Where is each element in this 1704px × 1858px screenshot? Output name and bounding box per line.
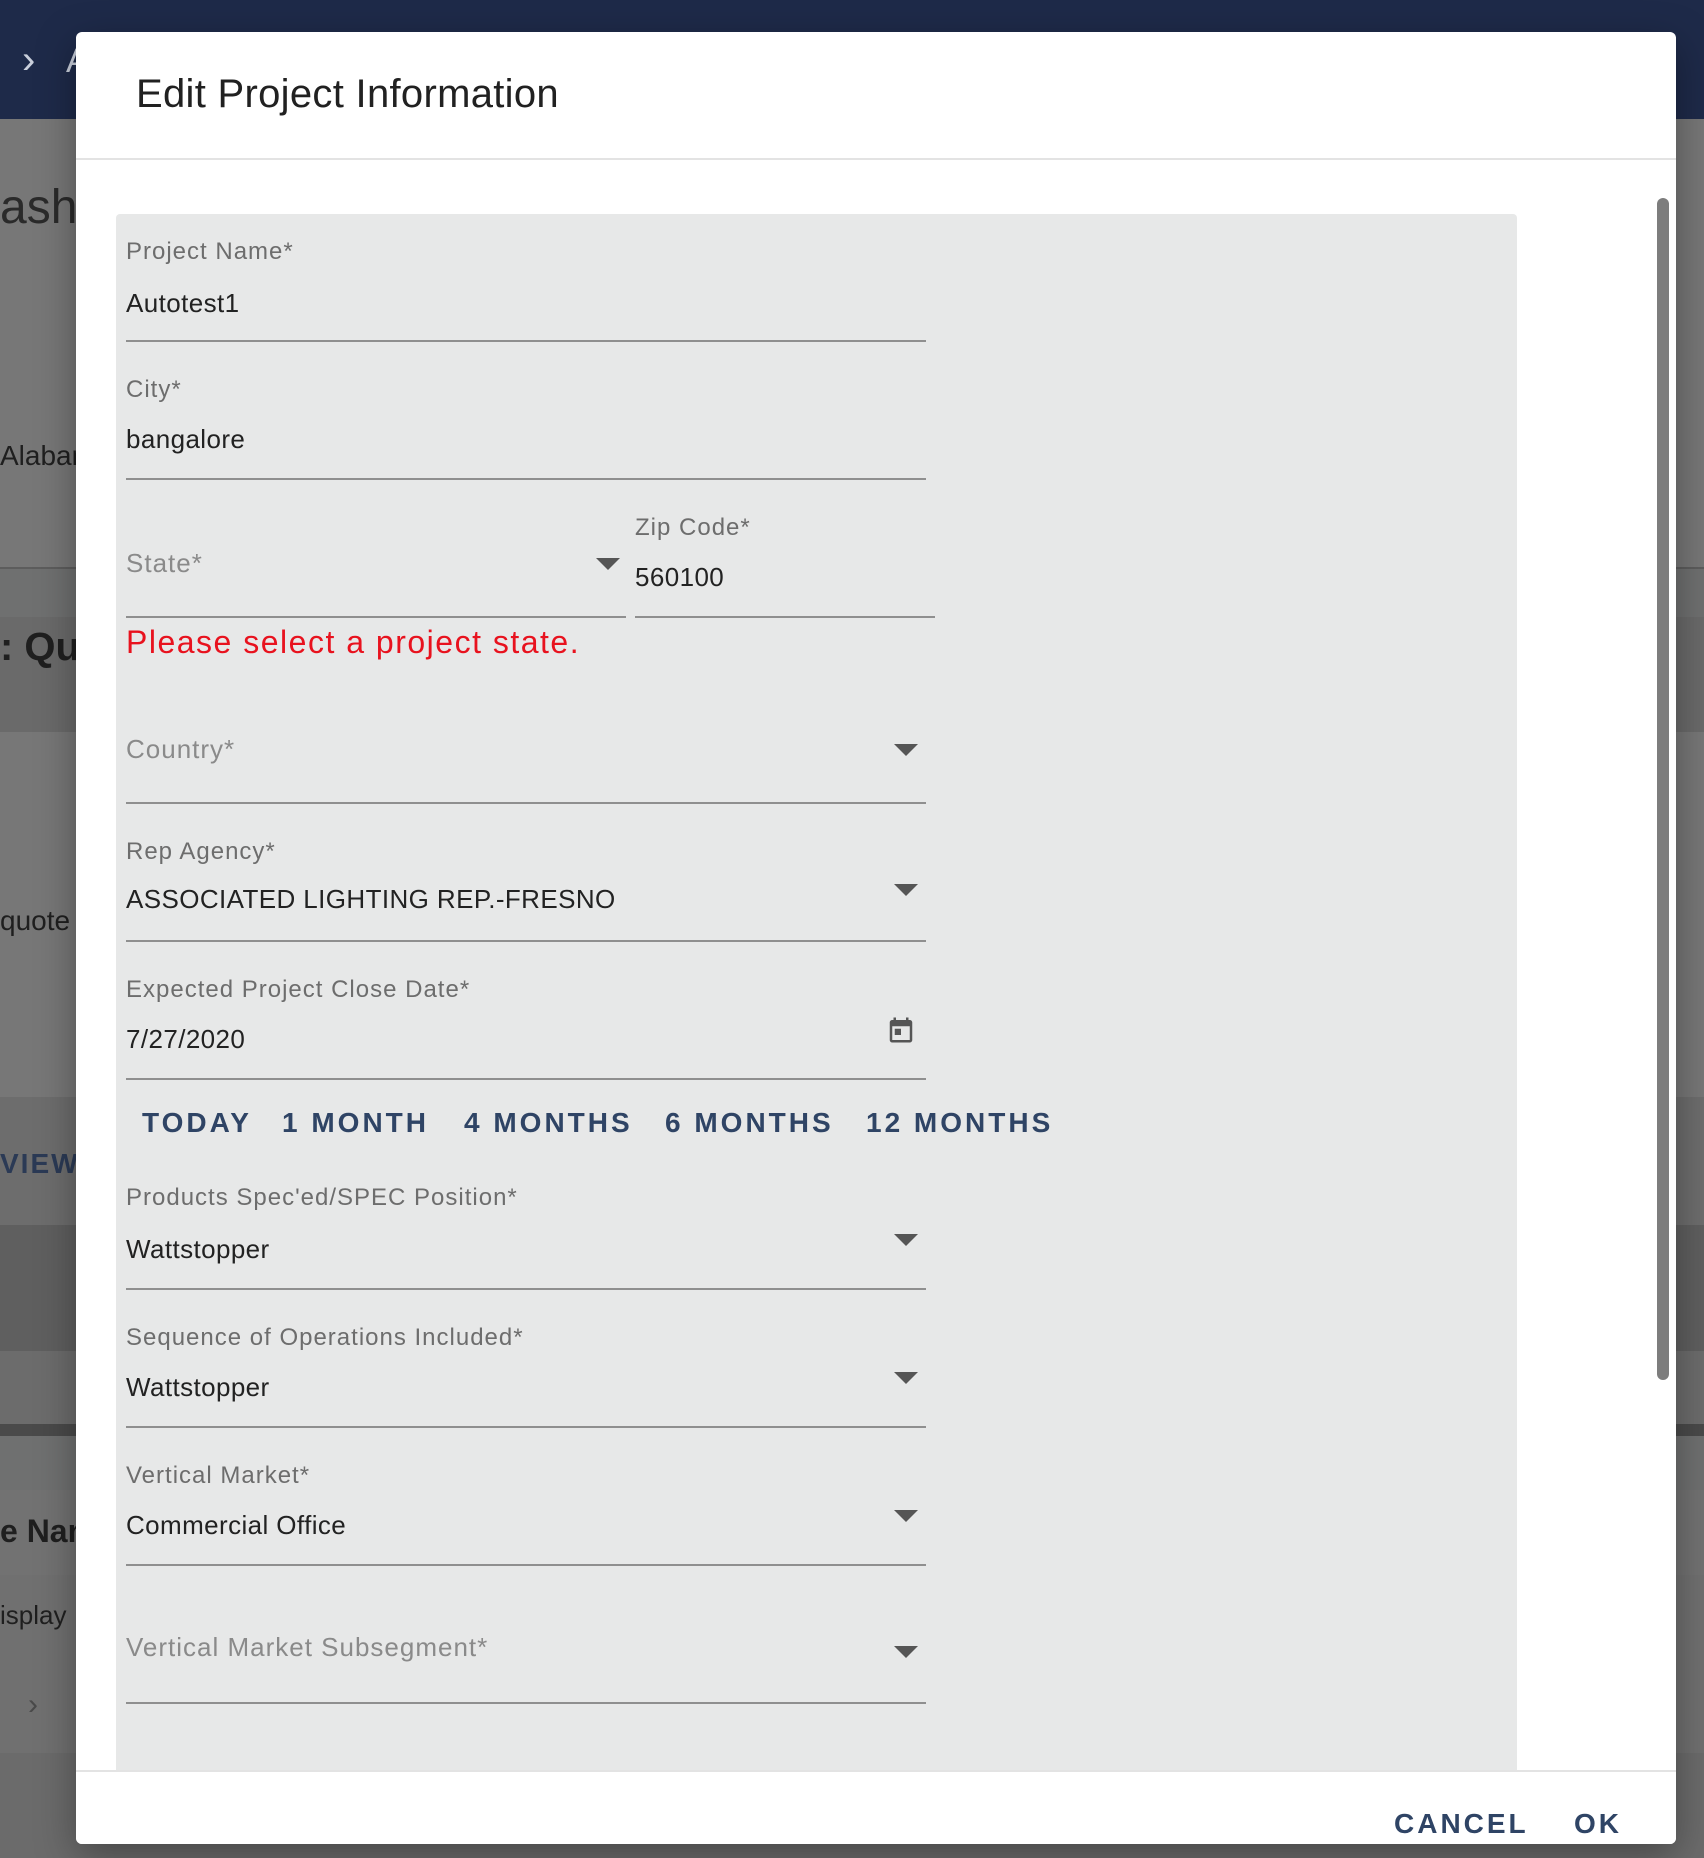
close-date-field[interactable]: Expected Project Close Date* 7/27/2020 bbox=[126, 962, 926, 1080]
cancel-button[interactable]: CANCEL bbox=[1394, 1808, 1529, 1840]
state-underline bbox=[126, 616, 626, 618]
rep-agency-value: ASSOCIATED LIGHTING REP.-FRESNO bbox=[126, 884, 616, 914]
rep-agency-select[interactable]: Rep Agency* ASSOCIATED LIGHTING REP.-FRE… bbox=[126, 824, 926, 942]
sequence-ops-select[interactable]: Sequence of Operations Included* Wattsto… bbox=[126, 1310, 926, 1428]
form-panel: Project Name* Autotest1 City* bangalore … bbox=[116, 214, 1517, 1770]
sequence-ops-label: Sequence of Operations Included* bbox=[126, 1324, 524, 1351]
products-spec-select[interactable]: Products Spec'ed/SPEC Position* Wattstop… bbox=[126, 1172, 926, 1290]
calendar-icon[interactable] bbox=[886, 1014, 916, 1046]
zip-code-underline bbox=[635, 616, 935, 618]
ok-button[interactable]: OK bbox=[1574, 1808, 1622, 1840]
dialog-body: Project Name* Autotest1 City* bangalore … bbox=[76, 162, 1676, 1770]
vertical-subsegment-select[interactable]: Vertical Market Subsegment* bbox=[126, 1586, 926, 1704]
vertical-market-underline bbox=[126, 1564, 926, 1566]
six-months-button[interactable]: 6 MONTHS bbox=[665, 1107, 834, 1139]
products-spec-value: Wattstopper bbox=[126, 1234, 270, 1264]
country-select[interactable]: Country* bbox=[126, 686, 926, 804]
chevron-down-icon[interactable] bbox=[596, 558, 620, 570]
products-spec-underline bbox=[126, 1288, 926, 1290]
products-spec-label: Products Spec'ed/SPEC Position* bbox=[126, 1184, 518, 1211]
state-error-message: Please select a project state. bbox=[126, 624, 581, 660]
dialog-title: Edit Project Information bbox=[136, 72, 559, 116]
chevron-right-icon[interactable]: › bbox=[28, 1688, 38, 1722]
dialog-footer: CANCEL OK bbox=[76, 1770, 1676, 1844]
city-input[interactable]: bangalore bbox=[126, 424, 245, 455]
today-button[interactable]: TODAY bbox=[142, 1107, 252, 1139]
state-text: Alaban bbox=[0, 440, 88, 471]
vertical-market-value: Commercial Office bbox=[126, 1510, 347, 1540]
country-underline bbox=[126, 802, 926, 804]
zip-code-input[interactable]: 560100 bbox=[635, 562, 724, 593]
state-select[interactable]: State* bbox=[126, 500, 626, 618]
quote-text: quote r bbox=[0, 905, 88, 936]
chevron-down-icon[interactable] bbox=[894, 1510, 918, 1522]
view-button[interactable]: VIEW bbox=[0, 1148, 80, 1180]
close-date-label: Expected Project Close Date* bbox=[126, 976, 471, 1003]
chevron-down-icon[interactable] bbox=[894, 1234, 918, 1246]
country-placeholder: Country* bbox=[126, 734, 236, 764]
close-date-input[interactable]: 7/27/2020 bbox=[126, 1024, 245, 1055]
edit-project-dialog: Edit Project Information Project Name* A… bbox=[76, 32, 1676, 1844]
one-month-button[interactable]: 1 MONTH bbox=[282, 1107, 429, 1139]
city-underline bbox=[126, 478, 926, 480]
dialog-header: Edit Project Information bbox=[76, 32, 1676, 160]
dialog-scrollbar[interactable] bbox=[1657, 198, 1669, 1380]
four-months-button[interactable]: 4 MONTHS bbox=[464, 1107, 633, 1139]
zip-code-field[interactable]: Zip Code* 560100 bbox=[635, 500, 935, 618]
chevron-down-icon[interactable] bbox=[894, 744, 918, 756]
rep-agency-label: Rep Agency* bbox=[126, 838, 276, 865]
chevron-right-icon[interactable]: › bbox=[22, 40, 35, 80]
chevron-down-icon[interactable] bbox=[894, 884, 918, 896]
project-name-input[interactable]: Autotest1 bbox=[126, 288, 239, 319]
close-date-underline bbox=[126, 1078, 926, 1080]
table-cell: isplay bbox=[0, 1600, 67, 1630]
chevron-down-icon[interactable] bbox=[894, 1646, 918, 1658]
city-label: City* bbox=[126, 376, 182, 403]
project-name-field[interactable]: Project Name* Autotest1 bbox=[126, 224, 926, 342]
rep-agency-underline bbox=[126, 940, 926, 942]
sequence-ops-underline bbox=[126, 1426, 926, 1428]
sequence-ops-value: Wattstopper bbox=[126, 1372, 270, 1402]
state-placeholder: State* bbox=[126, 548, 203, 578]
project-name-label: Project Name* bbox=[126, 238, 294, 265]
chevron-down-icon[interactable] bbox=[894, 1372, 918, 1384]
vertical-market-select[interactable]: Vertical Market* Commercial Office bbox=[126, 1448, 926, 1566]
vertical-subsegment-placeholder: Vertical Market Subsegment* bbox=[126, 1632, 489, 1662]
vertical-subsegment-underline bbox=[126, 1702, 926, 1704]
twelve-months-button[interactable]: 12 MONTHS bbox=[866, 1107, 1053, 1139]
city-field[interactable]: City* bangalore bbox=[126, 362, 926, 480]
project-name-underline bbox=[126, 340, 926, 342]
vertical-market-label: Vertical Market* bbox=[126, 1462, 311, 1489]
zip-code-label: Zip Code* bbox=[635, 514, 751, 541]
